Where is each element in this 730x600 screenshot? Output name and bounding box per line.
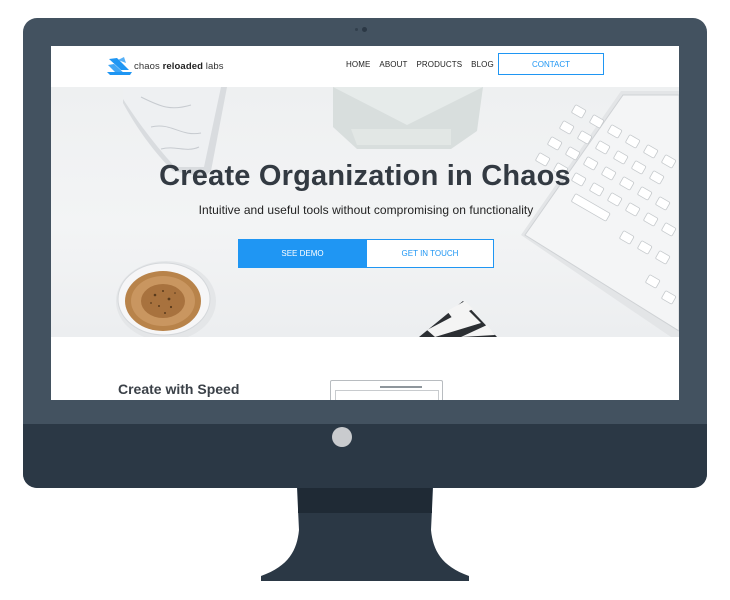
- nav-link-about[interactable]: ABOUT: [379, 60, 407, 69]
- hero-section: Create Organization in Chaos Intuitive a…: [51, 87, 679, 337]
- device-preview-screen: [335, 390, 439, 400]
- hero-title: Create Organization in Chaos: [159, 160, 571, 192]
- power-button-icon: [332, 427, 352, 447]
- envelope-illustration: [333, 87, 483, 149]
- nav-link-home[interactable]: HOME: [346, 60, 370, 69]
- see-demo-button[interactable]: SEE DEMO: [238, 239, 367, 268]
- monitor-stand: [261, 488, 469, 581]
- contact-button[interactable]: CONTACT: [498, 53, 604, 75]
- logo-text: chaos reloaded labs: [134, 60, 224, 72]
- site-navbar: chaos reloaded labs HOME ABOUT PRODUCTS …: [51, 46, 679, 87]
- camera-indicator: [355, 28, 358, 31]
- nav-links: HOME ABOUT PRODUCTS BLOG: [346, 60, 503, 69]
- site-logo[interactable]: chaos reloaded labs: [107, 55, 224, 77]
- website-screen: chaos reloaded labs HOME ABOUT PRODUCTS …: [51, 46, 679, 400]
- hero-subtitle: Intuitive and useful tools without compr…: [198, 203, 534, 217]
- nav-link-products[interactable]: PRODUCTS: [416, 60, 462, 69]
- get-in-touch-button[interactable]: GET IN TOUCH: [366, 239, 494, 268]
- coffee-cup-illustration: [116, 261, 216, 337]
- feature-title: Create with Speed: [118, 381, 240, 397]
- chaos-logo-icon: [107, 57, 132, 75]
- device-preview-image: [330, 380, 443, 400]
- monitor-chin: [23, 424, 707, 488]
- device-preview-bar: [380, 386, 422, 388]
- camera-icon: [362, 27, 367, 32]
- striped-object-illustration: [419, 301, 497, 337]
- nav-link-blog[interactable]: BLOG: [471, 60, 494, 69]
